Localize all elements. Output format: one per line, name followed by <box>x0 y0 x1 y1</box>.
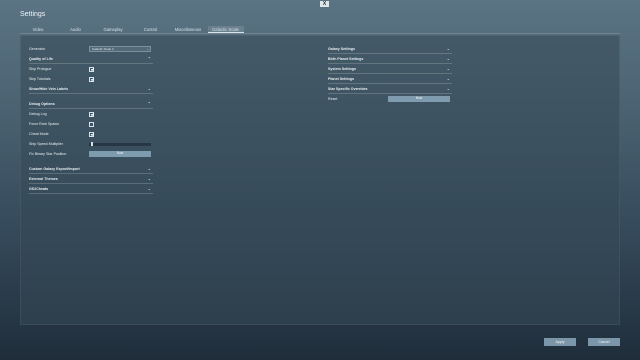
skip-tutorials-checkbox[interactable] <box>89 76 94 82</box>
generator-value: Galactic Scale 2 <box>92 47 114 52</box>
reset-now-button[interactable]: Now <box>388 96 450 102</box>
page-title: Settings <box>20 11 46 18</box>
section-title: Custom Galaxy Export/Import <box>29 166 80 171</box>
chevron-up-icon: ⌃ <box>147 101 151 106</box>
ship-speed-slider[interactable] <box>89 142 151 146</box>
birth-planet-settings-header[interactable]: Birth Planet Settings ⌄ <box>328 54 452 64</box>
external-themes-header[interactable]: External Themes ⌄ <box>29 174 153 184</box>
debug-log-checkbox[interactable] <box>89 111 94 117</box>
skip-tutorials-label: Skip Tutorials <box>29 77 51 81</box>
generator-row: Generator Galactic Scale 2 ⌄ <box>29 44 153 54</box>
debug-options-header[interactable]: Debug Options ⌃ <box>29 99 153 109</box>
right-column: Galaxy Settings ⌄ Birth Planet Settings … <box>328 44 452 104</box>
force-rare-spawn-checkbox[interactable] <box>89 121 94 127</box>
star-specific-overrides-header[interactable]: Star Specific Overrides ⌄ <box>328 84 452 94</box>
section-title: GS2Cheats <box>29 186 49 191</box>
generator-label: Generator <box>29 47 46 51</box>
gs2cheats-header[interactable]: GS2Cheats ⌄ <box>29 184 153 194</box>
chevron-up-icon: ⌃ <box>147 56 151 61</box>
chevron-down-icon: ⌄ <box>446 76 450 81</box>
cheat-mode-label: Cheat Mode <box>29 132 49 136</box>
slider-track <box>89 142 151 146</box>
section-title: System Settings <box>328 66 356 71</box>
force-rare-spawn-row: Force Rare Spawn <box>29 119 153 129</box>
settings-panel: Generator Galactic Scale 2 ⌄ Quality of … <box>20 35 620 325</box>
chevron-down-icon: ⌄ <box>446 66 450 71</box>
chevron-down-icon: ⌄ <box>146 47 149 52</box>
section-title: Galaxy Settings <box>328 46 355 51</box>
section-title: Birth Planet Settings <box>328 56 364 61</box>
fix-binary-star-now-button[interactable]: Now <box>89 151 151 157</box>
fix-binary-star-label: Fix Binary Star Position <box>29 152 67 156</box>
force-rare-spawn-label: Force Rare Spawn <box>29 122 59 126</box>
tab-control[interactable]: Control <box>133 26 169 33</box>
close-button[interactable]: X <box>320 1 329 7</box>
section-title: Show/Hide Vein Labels <box>29 86 69 91</box>
chevron-down-icon: ⌄ <box>147 176 151 181</box>
tab-galactic-scale[interactable]: Galactic Scale <box>207 26 244 33</box>
footer-buttons: Apply Cancel <box>544 338 620 346</box>
skip-prologue-label: Skip Prologue <box>29 67 52 71</box>
generator-select[interactable]: Galactic Scale 2 ⌄ <box>89 46 151 52</box>
section-title: Planet Settings <box>328 76 354 81</box>
skip-prologue-row: Skip Prologue <box>29 64 153 74</box>
tab-miscellaneous[interactable]: Miscellaneous <box>170 26 206 33</box>
chevron-down-icon: ⌄ <box>147 186 151 191</box>
system-settings-header[interactable]: System Settings ⌄ <box>328 64 452 74</box>
debug-log-row: Debug Log <box>29 109 153 119</box>
show-hide-vein-labels-header[interactable]: Show/Hide Vein Labels ⌄ <box>29 84 153 94</box>
chevron-down-icon: ⌄ <box>446 46 450 51</box>
chevron-down-icon: ⌄ <box>147 166 151 171</box>
chevron-down-icon: ⌄ <box>446 86 450 91</box>
section-title: External Themes <box>29 176 58 181</box>
skip-prologue-checkbox[interactable] <box>89 66 94 72</box>
cheat-mode-checkbox[interactable] <box>89 131 94 137</box>
left-column: Generator Galactic Scale 2 ⌄ Quality of … <box>29 44 153 194</box>
tab-bar: Video Audio Gameplay Control Miscellaneo… <box>20 26 620 34</box>
section-title: Debug Options <box>29 101 55 106</box>
custom-galaxy-header[interactable]: Custom Galaxy Export/Import ⌄ <box>29 164 153 174</box>
skip-tutorials-row: Skip Tutorials <box>29 74 153 84</box>
slider-handle[interactable] <box>91 142 93 146</box>
cancel-button[interactable]: Cancel <box>588 338 620 346</box>
tab-gameplay[interactable]: Gameplay <box>95 26 131 33</box>
galaxy-settings-header[interactable]: Galaxy Settings ⌄ <box>328 44 452 54</box>
tab-audio[interactable]: Audio <box>58 26 94 33</box>
reset-label: Reset <box>328 97 338 101</box>
reset-row: Reset Now <box>328 94 452 104</box>
fix-binary-star-row: Fix Binary Star Position Now <box>29 149 153 159</box>
apply-button[interactable]: Apply <box>544 338 576 346</box>
ship-speed-label: Ship Speed Multiplier <box>29 142 63 146</box>
section-title: Star Specific Overrides <box>328 86 368 91</box>
debug-log-label: Debug Log <box>29 112 47 116</box>
chevron-down-icon: ⌄ <box>147 86 151 91</box>
ship-speed-row: Ship Speed Multiplier <box>29 139 153 149</box>
section-title: Quality of Life <box>29 56 53 61</box>
cheat-mode-row: Cheat Mode <box>29 129 153 139</box>
chevron-down-icon: ⌄ <box>446 56 450 61</box>
planet-settings-header[interactable]: Planet Settings ⌄ <box>328 74 452 84</box>
quality-of-life-header[interactable]: Quality of Life ⌃ <box>29 54 153 64</box>
tab-video[interactable]: Video <box>20 26 56 33</box>
